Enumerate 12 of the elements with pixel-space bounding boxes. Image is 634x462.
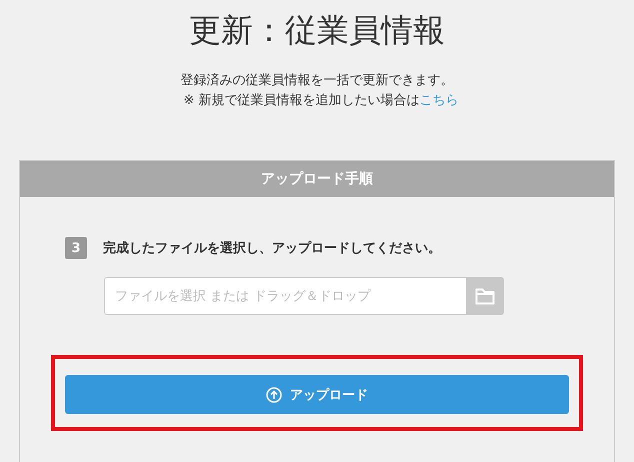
browse-button[interactable] (466, 277, 504, 315)
description-text: 登録済みの従業員情報を一括で更新できます。 (180, 72, 454, 90)
panel-header: アップロード手順 (20, 161, 614, 197)
file-input-field[interactable]: ファイルを選択 または ドラッグ＆ドロップ (104, 277, 466, 315)
step-text: 完成したファイルを選択し、アップロードしてください。 (103, 240, 441, 257)
add-link[interactable]: こちら (420, 93, 459, 108)
page-title: 更新：従業員情報 (189, 10, 445, 51)
upload-icon (266, 386, 282, 402)
note-text: ※ 新規で従業員情報を追加したい場合は (183, 93, 420, 108)
folder-icon (475, 287, 495, 305)
step-number: 3 (65, 237, 87, 259)
upload-button[interactable]: アップロード (65, 375, 569, 414)
